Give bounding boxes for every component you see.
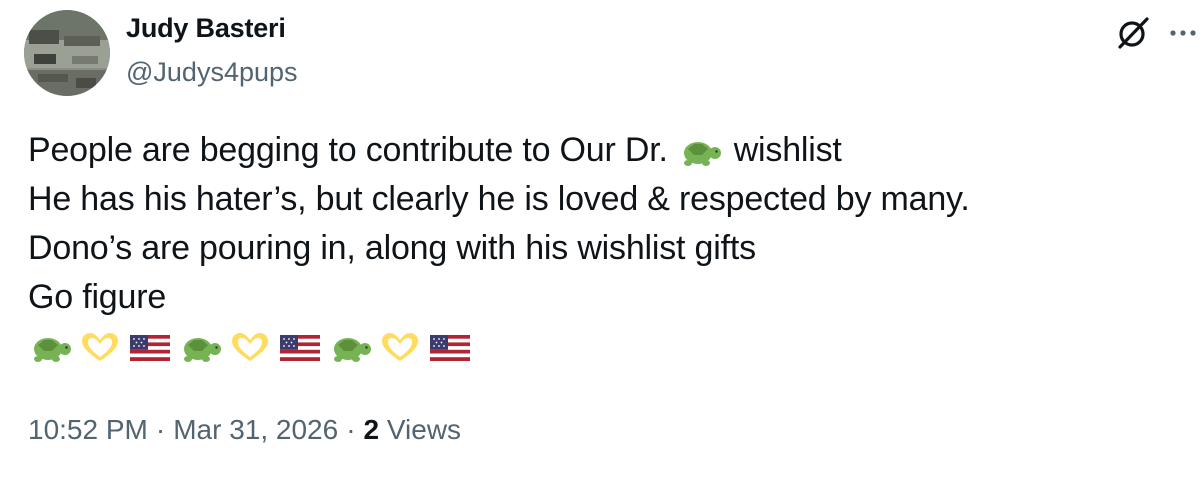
turtle-emoji-icon bbox=[178, 330, 222, 364]
turtle-emoji-icon bbox=[678, 134, 722, 168]
author-handle[interactable]: @Judys4pups bbox=[126, 57, 298, 88]
views-label[interactable]: Views bbox=[387, 414, 461, 445]
views-count[interactable]: 2 bbox=[364, 414, 380, 445]
profile-photo-icon bbox=[24, 10, 110, 96]
author-display-name[interactable]: Judy Basteri bbox=[126, 13, 286, 44]
heart-hands-emoji-icon bbox=[378, 330, 422, 364]
post-line-3: Dono’s are pouring in, along with his wi… bbox=[28, 229, 756, 267]
post-text: People are begging to contribute to Our … bbox=[28, 126, 1178, 371]
us-flag-emoji-icon bbox=[278, 330, 322, 364]
turtle-emoji-icon bbox=[28, 330, 72, 364]
heart-hands-emoji-icon bbox=[78, 330, 122, 364]
us-flag-emoji-icon bbox=[128, 330, 172, 364]
meta-separator: · bbox=[346, 414, 356, 445]
emoji-row bbox=[28, 322, 1178, 371]
heart-hands-emoji-icon bbox=[228, 330, 272, 364]
post-line-1-end: wishlist bbox=[733, 131, 842, 169]
post-date[interactable]: Mar 31, 2026 bbox=[173, 414, 338, 445]
post-line-1-start: People are begging to contribute to Our … bbox=[28, 131, 668, 169]
us-flag-emoji-icon bbox=[428, 330, 472, 364]
post-line-2: He has his hater’s, but clearly he is lo… bbox=[28, 180, 970, 218]
more-options-icon[interactable] bbox=[1166, 16, 1200, 50]
turtle-emoji-icon bbox=[328, 330, 372, 364]
post-time[interactable]: 10:52 PM bbox=[28, 414, 148, 445]
post-meta: 10:52 PM · Mar 31, 2026 · 2 Views bbox=[28, 414, 461, 446]
avatar[interactable] bbox=[24, 10, 110, 96]
grok-icon[interactable] bbox=[1114, 14, 1152, 52]
post-line-1: People are begging to contribute to Our … bbox=[28, 126, 1178, 175]
meta-separator: · bbox=[155, 414, 166, 445]
post-line-4: Go figure bbox=[28, 278, 167, 316]
